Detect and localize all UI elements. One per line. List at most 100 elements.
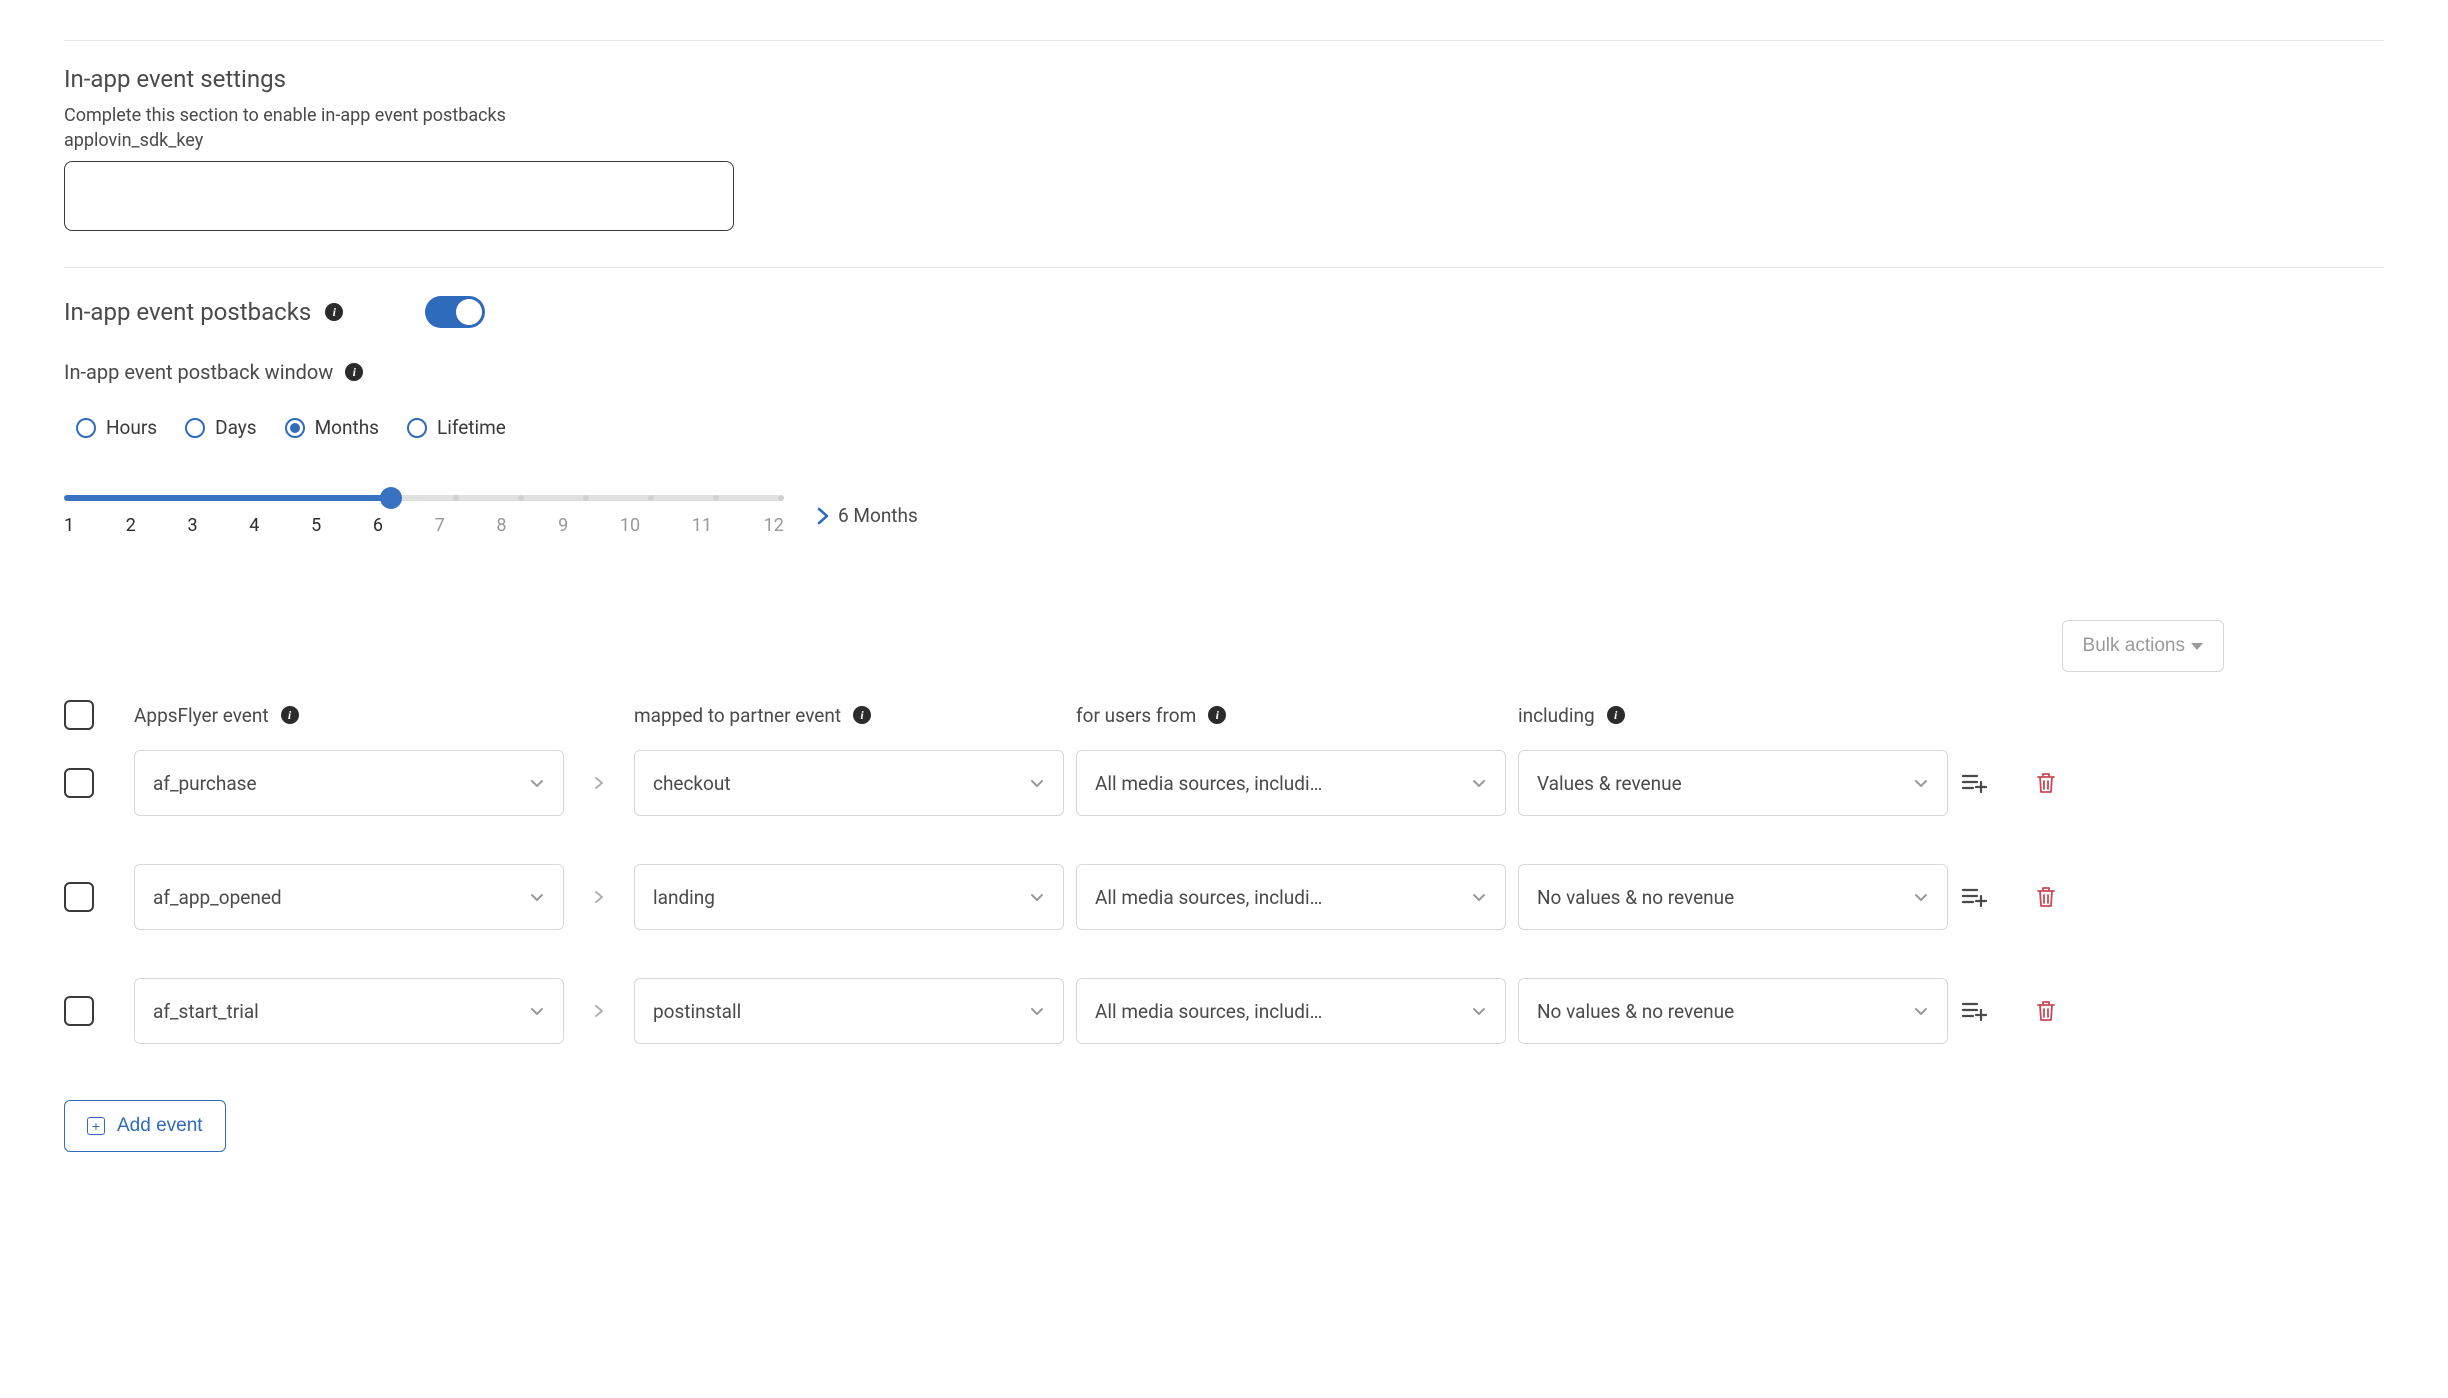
- radio-label: Days: [215, 416, 256, 439]
- postback-window-label: In-app event postback window: [64, 360, 333, 384]
- radio-dot-icon: [290, 423, 300, 433]
- slider-tick-labels: 123456789101112: [64, 515, 784, 536]
- radio-months[interactable]: Months: [285, 416, 379, 439]
- row-checkbox[interactable]: [64, 768, 94, 798]
- slider-fill: [64, 495, 391, 501]
- slider-tick: 7: [435, 515, 445, 536]
- slider-dot: [453, 495, 459, 501]
- slider-dot: [778, 495, 784, 501]
- info-icon[interactable]: i: [1208, 706, 1226, 724]
- users-from-select-value: All media sources, includi…: [1095, 772, 1322, 795]
- postbacks-section: In-app event postbacks i In-app event po…: [64, 296, 2384, 536]
- add-event-label: Add event: [117, 1115, 203, 1137]
- slider-readout-text: 6 Months: [838, 504, 918, 527]
- radio-days[interactable]: Days: [185, 416, 256, 439]
- partner-event-select-value: postinstall: [653, 1000, 741, 1023]
- partner-event-select[interactable]: postinstall: [634, 978, 1064, 1044]
- bulk-actions-label: Bulk actions: [2083, 635, 2185, 657]
- slider-tick: 10: [620, 515, 640, 536]
- add-event-button[interactable]: + Add event: [64, 1100, 226, 1152]
- th-including: including: [1518, 704, 1595, 727]
- chevron-down-icon: [1029, 889, 1045, 905]
- chevron-right-icon: [576, 889, 622, 905]
- plus-icon: +: [87, 1117, 105, 1135]
- caret-down-icon: [2191, 643, 2203, 650]
- delete-row-icon[interactable]: [2032, 997, 2060, 1025]
- chevron-down-icon: [1913, 889, 1929, 905]
- row-checkbox[interactable]: [64, 996, 94, 1026]
- chevron-down-icon: [529, 889, 545, 905]
- postback-window-slider[interactable]: 123456789101112: [64, 495, 784, 536]
- appsflyer-event-select[interactable]: af_start_trial: [134, 978, 564, 1044]
- section-divider: [64, 267, 2384, 268]
- including-select-value: No values & no revenue: [1537, 886, 1734, 909]
- delete-row-icon[interactable]: [2032, 769, 2060, 797]
- th-partner-event: mapped to partner event: [634, 704, 841, 727]
- users-from-select-value: All media sources, includi…: [1095, 1000, 1322, 1023]
- chevron-down-icon: [1471, 775, 1487, 791]
- slider-tick: 11: [692, 515, 712, 536]
- settings-subtitle: Complete this section to enable in-app e…: [64, 105, 2384, 126]
- chevron-right-icon: [576, 775, 622, 791]
- radio-label: Months: [315, 416, 379, 439]
- info-icon[interactable]: i: [853, 706, 871, 724]
- slider-tick: 5: [311, 515, 321, 536]
- radio-circle-icon: [285, 418, 305, 438]
- info-icon[interactable]: i: [345, 363, 363, 381]
- slider-tick: 6: [373, 515, 383, 536]
- toggle-knob: [456, 299, 482, 325]
- table-row: af_purchase checkout All media sources, in…: [64, 750, 2384, 816]
- partner-event-select[interactable]: landing: [634, 864, 1064, 930]
- chevron-down-icon: [1913, 1003, 1929, 1019]
- chevron-right-icon: [576, 1003, 622, 1019]
- slider-tick: 12: [764, 515, 784, 536]
- radio-lifetime[interactable]: Lifetime: [407, 416, 506, 439]
- radio-label: Hours: [106, 416, 157, 439]
- chevron-down-icon: [1471, 889, 1487, 905]
- including-select[interactable]: No values & no revenue: [1518, 978, 1948, 1044]
- event-settings-section: In-app event settings Complete this sect…: [64, 65, 2384, 231]
- users-from-select[interactable]: All media sources, includi…: [1076, 978, 1506, 1044]
- slider-tick: 2: [126, 515, 136, 536]
- slider-readout: 6 Months: [816, 504, 918, 527]
- appsflyer-event-select[interactable]: af_app_opened: [134, 864, 564, 930]
- slider-tick: 1: [64, 515, 74, 536]
- slider-thumb[interactable]: [380, 487, 402, 509]
- postbacks-toggle[interactable]: [425, 296, 485, 328]
- partner-event-select-value: checkout: [653, 772, 731, 795]
- radio-hours[interactable]: Hours: [76, 416, 157, 439]
- slider-dot: [583, 495, 589, 501]
- users-from-select[interactable]: All media sources, includi…: [1076, 864, 1506, 930]
- info-icon[interactable]: i: [281, 706, 299, 724]
- slider-tick: 8: [496, 515, 506, 536]
- including-select[interactable]: No values & no revenue: [1518, 864, 1948, 930]
- appsflyer-event-select[interactable]: af_purchase: [134, 750, 564, 816]
- sdk-key-input[interactable]: [64, 161, 734, 231]
- table-header-row: AppsFlyer event i mapped to partner even…: [64, 700, 2384, 730]
- chevron-right-icon: [816, 507, 830, 525]
- add-mapping-icon[interactable]: [1960, 883, 1988, 911]
- partner-event-select[interactable]: checkout: [634, 750, 1064, 816]
- radio-circle-icon: [76, 418, 96, 438]
- select-all-checkbox[interactable]: [64, 700, 94, 730]
- users-from-select[interactable]: All media sources, includi…: [1076, 750, 1506, 816]
- chevron-down-icon: [529, 1003, 545, 1019]
- info-icon[interactable]: i: [325, 303, 343, 321]
- info-icon[interactable]: i: [1607, 706, 1625, 724]
- bulk-actions-dropdown[interactable]: Bulk actions: [2062, 620, 2224, 672]
- row-checkbox[interactable]: [64, 882, 94, 912]
- slider-dot: [648, 495, 654, 501]
- radio-circle-icon: [185, 418, 205, 438]
- slider-track: [64, 495, 784, 501]
- chevron-down-icon: [1029, 775, 1045, 791]
- event-mapping-table: AppsFlyer event i mapped to partner even…: [64, 700, 2384, 1044]
- including-select-value: No values & no revenue: [1537, 1000, 1734, 1023]
- add-mapping-icon[interactable]: [1960, 997, 1988, 1025]
- chevron-down-icon: [529, 775, 545, 791]
- th-appsflyer-event: AppsFlyer event: [134, 704, 269, 727]
- table-row: af_app_opened landingAll media sources, i…: [64, 864, 2384, 930]
- delete-row-icon[interactable]: [2032, 883, 2060, 911]
- slider-tick: 9: [558, 515, 568, 536]
- add-mapping-icon[interactable]: [1960, 769, 1988, 797]
- including-select[interactable]: Values & revenue: [1518, 750, 1948, 816]
